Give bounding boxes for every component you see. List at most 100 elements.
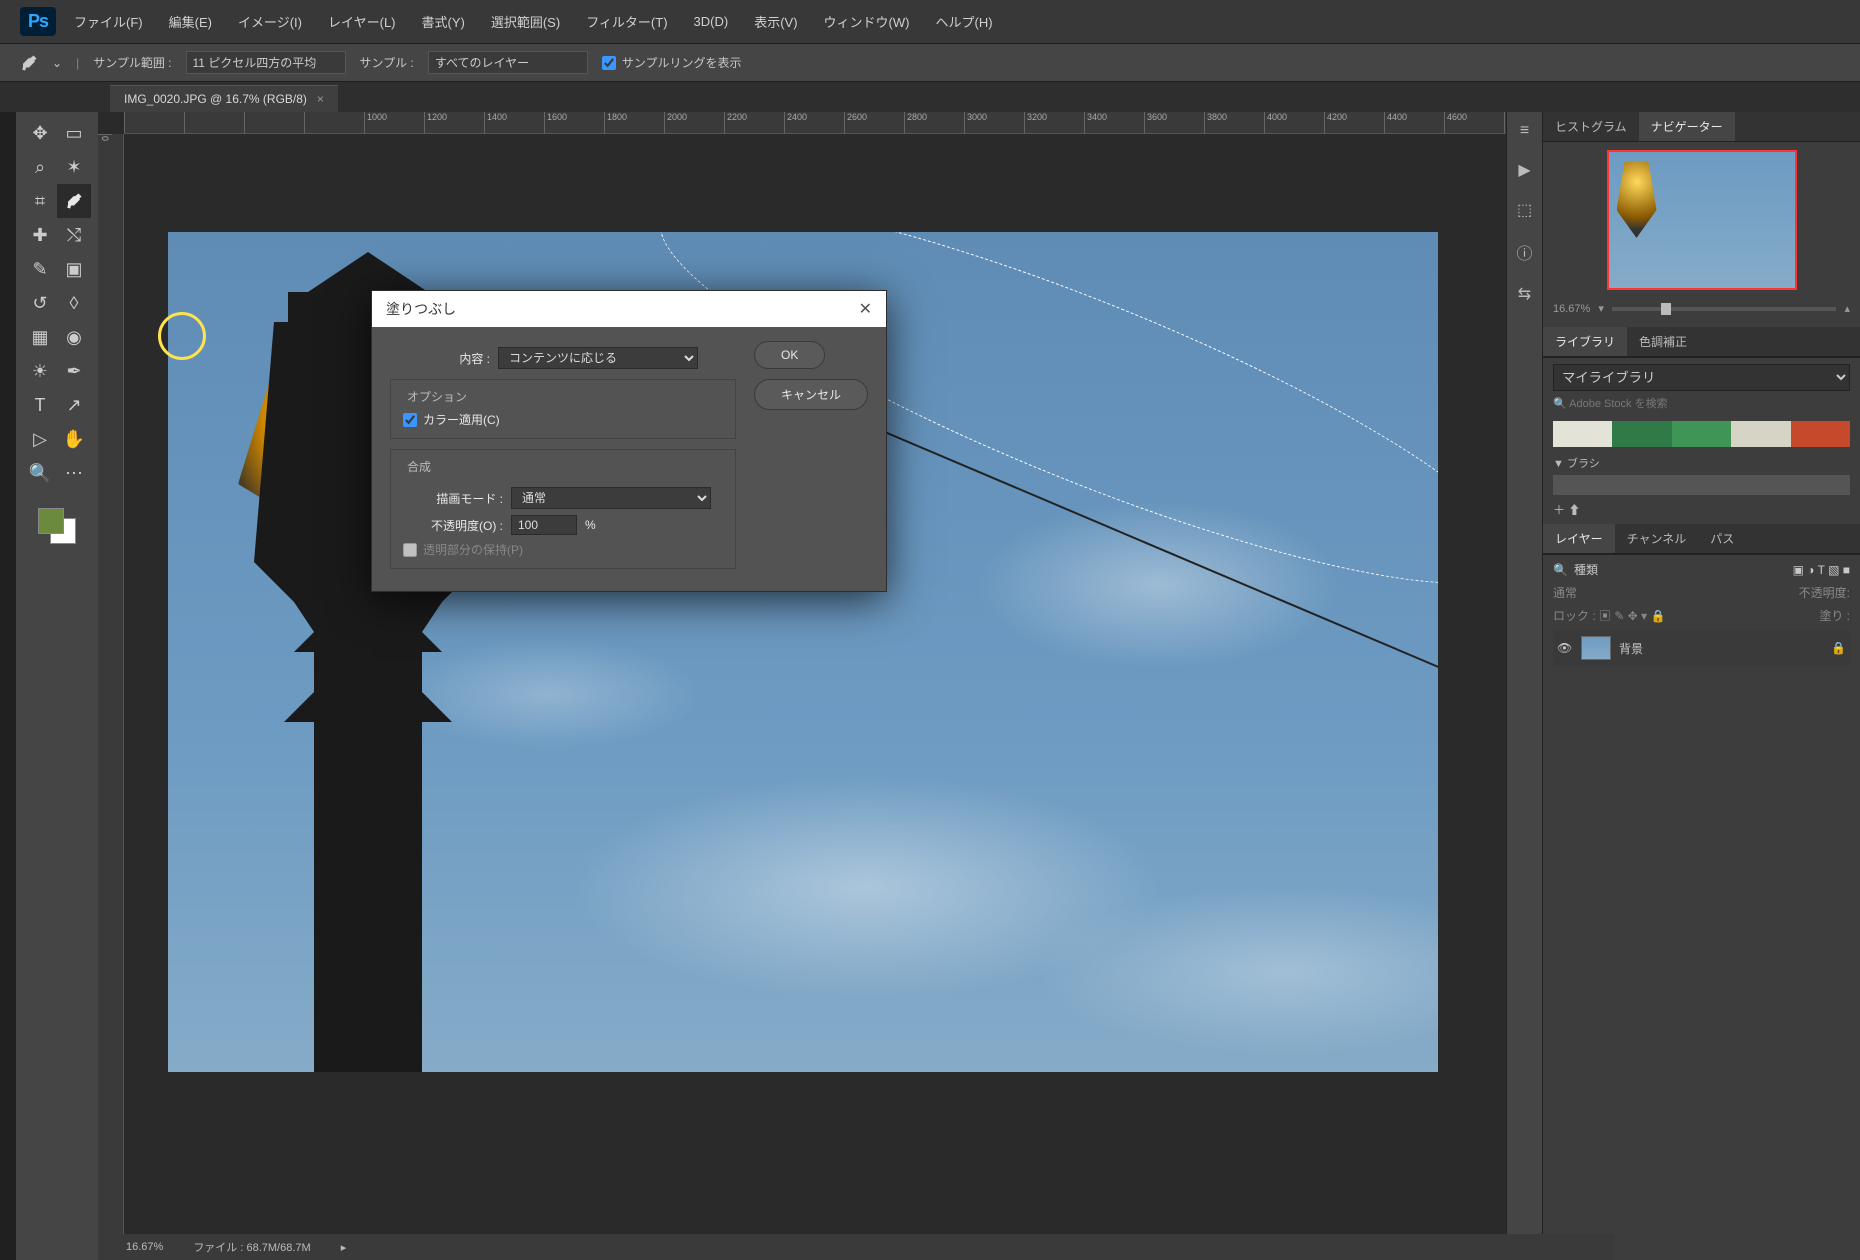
library-footer-icons[interactable]: ＋ ⬆ (1553, 501, 1850, 518)
options-fieldset: オプション カラー適用(C) (390, 379, 736, 439)
status-docinfo[interactable]: ファイル : 68.7M/68.7M (193, 1239, 310, 1255)
menu-bar: Ps ファイル(F) 編集(E) イメージ(I) レイヤー(L) 書式(Y) 選… (0, 0, 1860, 44)
blend-mode-select[interactable]: 通常 (511, 487, 711, 509)
sample-ring-input[interactable] (602, 56, 616, 70)
layer-blend-mode[interactable]: 通常 (1553, 584, 1577, 601)
ok-button[interactable]: OK (754, 341, 825, 369)
status-zoom[interactable]: 16.67% (126, 1241, 163, 1253)
adjustments-tab[interactable]: 色調補正 (1627, 327, 1699, 356)
nav-zoom-slider[interactable] (1612, 307, 1837, 311)
app-logo: Ps (20, 7, 56, 36)
hand-tool[interactable]: ✋ (57, 422, 91, 456)
menu-3d[interactable]: 3D(D) (686, 8, 737, 35)
chevron-down-icon[interactable]: ⌄ (52, 56, 62, 70)
library-swatches[interactable] (1553, 421, 1850, 447)
paragraph-icon[interactable]: ⇆ (1518, 284, 1531, 304)
heal-tool[interactable]: ✚ (23, 218, 57, 252)
zoom-out-icon[interactable]: ▾ (1598, 302, 1604, 315)
dialog-buttons: OK キャンセル (754, 341, 868, 569)
sample-layer-label: サンプル : (360, 54, 414, 71)
zoom-in-icon[interactable]: ▴ (1844, 302, 1850, 315)
dodge-tool[interactable]: ☀ (23, 354, 57, 388)
navigator-preview[interactable] (1607, 150, 1797, 290)
channels-tab[interactable]: チャンネル (1615, 524, 1699, 553)
horizontal-ruler: 1000120014001600 1800200022002400 260028… (124, 112, 1506, 134)
text-tool[interactable]: T (23, 388, 57, 422)
opacity-input[interactable] (511, 515, 577, 535)
history-brush-tool[interactable]: ↺ (23, 286, 57, 320)
navigator-tab[interactable]: ナビゲーター (1639, 112, 1735, 141)
menu-image[interactable]: イメージ(I) (230, 6, 310, 37)
right-panels: ヒストグラム ナビゲーター 16.67% ▾ ▴ ライブラリ 色調補正 マイライ… (1542, 112, 1860, 1260)
sample-ring-checkbox[interactable]: サンプルリングを表示 (602, 54, 742, 71)
paths-tab[interactable]: パス (1698, 524, 1746, 553)
play-icon[interactable]: ▶ (1518, 160, 1530, 180)
window-edge (0, 112, 16, 1260)
nav-zoom-value[interactable]: 16.67% (1553, 303, 1590, 315)
menu-help[interactable]: ヘルプ(H) (927, 6, 1000, 37)
right-icon-strip: ≡ ▶ ⬚ ⓘ ⇆ (1506, 112, 1542, 1260)
sample-layer-select[interactable]: すべてのレイヤー (428, 51, 588, 74)
menu-filter[interactable]: フィルター(T) (578, 6, 675, 37)
color-adapt-checkbox[interactable]: カラー適用(C) (403, 411, 723, 428)
layer-filter-label[interactable]: 種類 (1574, 561, 1598, 578)
info-icon[interactable]: ⬚ (1517, 200, 1532, 220)
foreground-color[interactable] (38, 508, 64, 534)
lasso-tool[interactable]: ⌕ (23, 150, 57, 184)
quick-select-tool[interactable]: ✶ (57, 150, 91, 184)
close-icon[interactable]: × (317, 92, 324, 106)
zoom-tool[interactable]: 🔍 (23, 456, 57, 490)
menu-view[interactable]: 表示(V) (746, 6, 805, 37)
menu-file[interactable]: ファイル(F) (66, 6, 151, 37)
histogram-tab[interactable]: ヒストグラム (1543, 112, 1639, 141)
menu-window[interactable]: ウィンドウ(W) (816, 6, 918, 37)
cancel-button[interactable]: キャンセル (754, 379, 868, 410)
sample-size-select[interactable]: 11 ピクセル四方の平均 (186, 51, 346, 74)
menu-select[interactable]: 選択範囲(S) (483, 6, 568, 37)
path-tool[interactable]: ↗ (57, 388, 91, 422)
content-select[interactable]: コンテンツに応じる (498, 347, 698, 369)
library-tab[interactable]: ライブラリ (1543, 327, 1627, 356)
layer-opacity-label: 不透明度: (1799, 584, 1850, 601)
blur-tool[interactable]: ◉ (57, 320, 91, 354)
status-bar: 16.67% ファイル : 68.7M/68.7M ▸ (114, 1234, 1614, 1260)
layer-name[interactable]: 背景 (1619, 640, 1643, 657)
character-icon[interactable]: ⓘ (1516, 240, 1532, 264)
opacity-label: 不透明度(O) : (403, 517, 503, 534)
properties-icon[interactable]: ≡ (1520, 122, 1529, 140)
eyedropper-tool[interactable] (57, 184, 91, 218)
layer-row[interactable]: 👁 背景 🔒 (1553, 630, 1850, 666)
stamp-tool[interactable]: ▣ (57, 252, 91, 286)
navigator-panel: 16.67% ▾ ▴ (1543, 142, 1860, 319)
gradient-tool[interactable]: ▦ (23, 320, 57, 354)
swap-tool[interactable]: ⤭ (57, 218, 91, 252)
layer-thumbnail[interactable] (1581, 636, 1611, 660)
menu-layer[interactable]: レイヤー(L) (320, 6, 404, 37)
layers-tab[interactable]: レイヤー (1543, 524, 1615, 553)
chevron-right-icon[interactable]: ▸ (341, 1241, 347, 1254)
close-icon[interactable]: ✕ (859, 299, 872, 319)
preserve-trans-checkbox: 透明部分の保持(P) (403, 541, 723, 558)
direct-select-tool[interactable]: ▷ (23, 422, 57, 456)
library-search[interactable]: 🔍 Adobe Stock を検索 (1553, 391, 1850, 415)
eraser-tool[interactable]: ◊ (57, 286, 91, 320)
options-bar: ⌄ | サンプル範囲 : 11 ピクセル四方の平均 サンプル : すべてのレイヤ… (0, 44, 1860, 82)
color-swatches[interactable] (38, 508, 76, 544)
library-select[interactable]: マイライブラリ (1553, 364, 1850, 391)
layers-panel: 🔍 種類 ▣ ◑ T ▧ ■ 通常 不透明度: ロック : ▣ ✎ ✥ ▾ 🔒 … (1543, 554, 1860, 672)
dialog-titlebar[interactable]: 塗りつぶし ✕ (372, 291, 886, 327)
more-tools[interactable]: ⋯ (57, 456, 91, 490)
blend-mode-label: 描画モード : (403, 490, 503, 507)
content-label: 内容 : (390, 350, 490, 367)
move-tool[interactable]: ✥ (23, 116, 57, 150)
pen-tool[interactable]: ✒ (57, 354, 91, 388)
marquee-tool[interactable]: ▭ (57, 116, 91, 150)
document-tab[interactable]: IMG_0020.JPG @ 16.7% (RGB/8)× (110, 85, 338, 112)
crop-tool[interactable]: ⌗ (23, 184, 57, 218)
brush-tool[interactable]: ✎ (23, 252, 57, 286)
visibility-icon[interactable]: 👁 (1557, 641, 1573, 655)
brush-preview (1553, 475, 1850, 495)
brush-section-header[interactable]: ▼ ブラシ (1553, 455, 1850, 471)
menu-type[interactable]: 書式(Y) (414, 6, 473, 37)
menu-edit[interactable]: 編集(E) (161, 6, 220, 37)
